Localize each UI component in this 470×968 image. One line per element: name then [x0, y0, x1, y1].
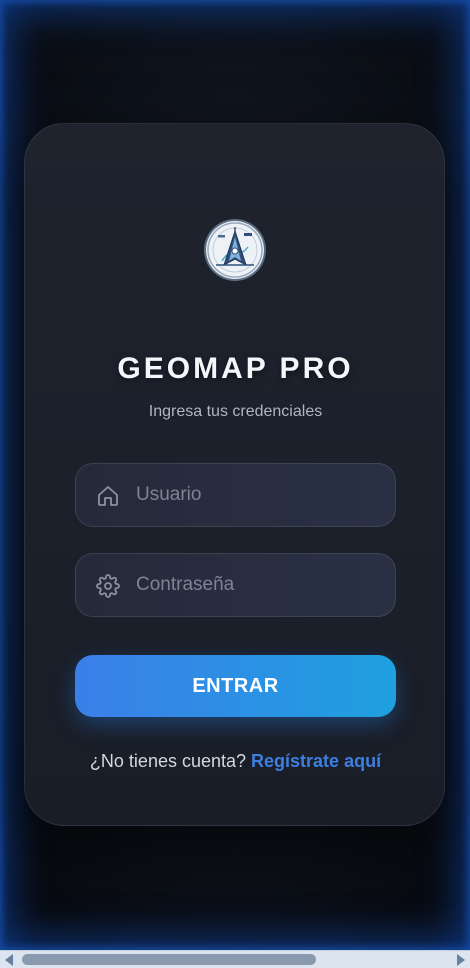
- scroll-right-icon[interactable]: [457, 954, 465, 966]
- register-prompt: ¿No tienes cuenta? Regístrate aquí: [25, 751, 446, 772]
- username-field[interactable]: [75, 463, 396, 527]
- page-viewport: GEOMAP PRO Ingresa tus credenciales ENTR…: [0, 0, 470, 950]
- page-subtitle: Ingresa tus credenciales: [148, 403, 323, 420]
- horizontal-scrollbar[interactable]: [0, 950, 470, 968]
- page-title: GEOMAP PRO: [117, 352, 354, 385]
- gear-icon: [96, 574, 120, 598]
- password-input[interactable]: [136, 554, 386, 616]
- login-card: GEOMAP PRO Ingresa tus credenciales ENTR…: [24, 123, 445, 826]
- register-prompt-text: ¿No tienes cuenta?: [89, 751, 247, 771]
- username-input[interactable]: [136, 464, 386, 526]
- register-link[interactable]: Regístrate aquí: [251, 751, 381, 771]
- login-button[interactable]: ENTRAR: [75, 655, 396, 717]
- geomap-logo-icon: [206, 221, 264, 279]
- scroll-left-icon[interactable]: [5, 954, 13, 966]
- password-field[interactable]: [75, 553, 396, 617]
- home-icon: [96, 484, 120, 508]
- scrollbar-thumb[interactable]: [22, 954, 316, 965]
